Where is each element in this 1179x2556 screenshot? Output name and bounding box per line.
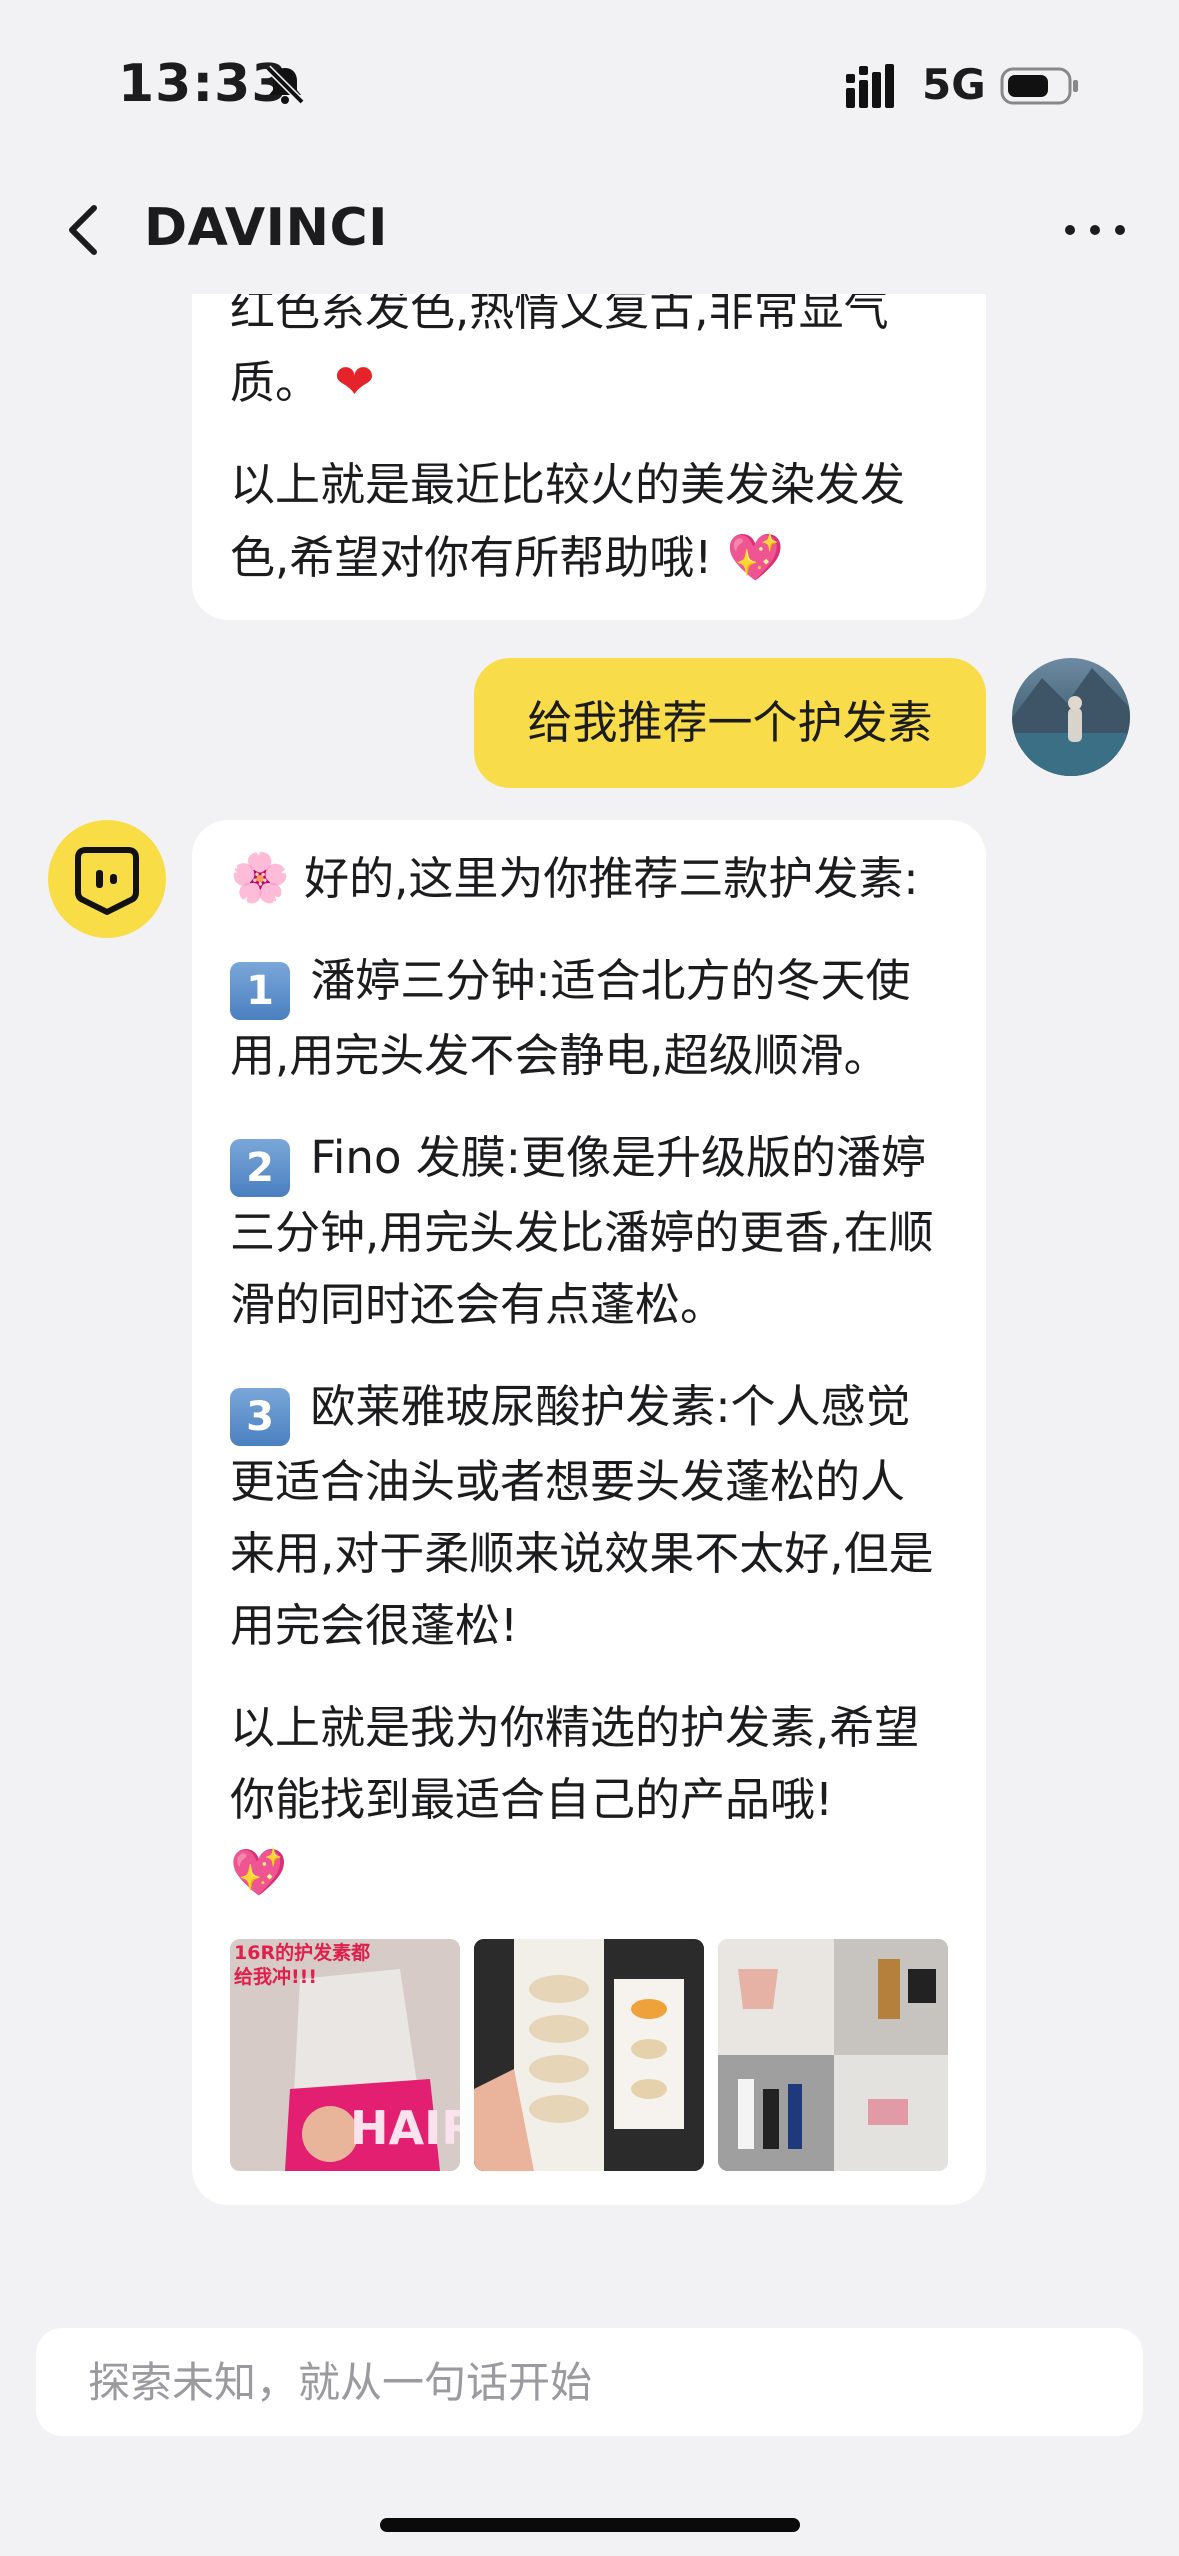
bot-avatar[interactable] xyxy=(48,820,166,938)
keycap-one-icon: 1 xyxy=(230,962,290,1020)
keycap-two-icon: 2 xyxy=(230,1139,290,1197)
product-photo-icon xyxy=(718,1939,948,2171)
signal-icon xyxy=(846,64,894,108)
thumbnail-caption: 16R的护发素都给我冲!!! xyxy=(234,1942,371,1988)
user-avatar[interactable] xyxy=(1012,658,1130,776)
keycap-three-icon: 3 xyxy=(230,1388,290,1446)
message-input[interactable] xyxy=(36,2328,1143,2436)
message-intro: 🌸 好的,这里为你推荐三款护发素: xyxy=(230,850,919,906)
page-title: DAVINCI xyxy=(144,198,388,258)
cherry-blossom-icon: 🌸 xyxy=(230,850,290,906)
message-paragraph: 以上就是最近比较火的美发染发发色,希望对你有所帮助哦! 💖 xyxy=(230,458,906,584)
sparkling-heart-icon: 💖 xyxy=(726,530,784,584)
user-message: 给我推荐一个护发素 xyxy=(474,658,986,788)
bell-muted-icon xyxy=(265,65,305,105)
image-thumbnail[interactable]: 16R的护发素都给我冲!!! HAIR xyxy=(230,1939,460,2171)
more-options-button[interactable] xyxy=(1060,210,1130,250)
recommendation-item: 3 欧莱雅玻尿酸护发素:个人感觉更适合油头或者想要头发蓬松的人来用,对于柔顺来说… xyxy=(230,1380,934,1652)
network-type: 5G xyxy=(922,60,986,109)
sparkling-heart-icon: 💖 xyxy=(230,1845,288,1899)
thumbnail-label: HAIR xyxy=(350,2101,460,2155)
product-photo-icon xyxy=(474,1939,704,2171)
bot-message: 🌸 好的,这里为你推荐三款护发素: 1 潘婷三分钟:适合北方的冬天使用,用完头发… xyxy=(192,820,986,2205)
status-bar: 13:33 5G xyxy=(0,0,1179,160)
chat-area[interactable]: 红色系发色,热情又复古,非常显气质。 ❤ 以上就是最近比较火的美发染发发色,希望… xyxy=(0,294,1179,2294)
battery-icon xyxy=(1000,67,1078,105)
recommendation-item: 1 潘婷三分钟:适合北方的冬天使用,用完头发不会静电,超级顺滑。 xyxy=(230,954,911,1082)
avatar-photo-icon xyxy=(1012,668,1130,776)
message-outro: 以上就是我为你精选的护发素,希望你能找到最适合自己的产品哦! 💖 xyxy=(230,1701,920,1899)
image-thumbnail[interactable] xyxy=(718,1939,948,2171)
back-button[interactable] xyxy=(58,200,108,260)
message-paragraph: 红色系发色,热情又复古,非常显气质。 ❤ xyxy=(230,294,889,410)
red-heart-icon: ❤ xyxy=(334,354,375,410)
image-gallery: 16R的护发素都给我冲!!! HAIR xyxy=(230,1939,948,2171)
nav-bar: DAVINCI xyxy=(0,180,1179,280)
image-thumbnail[interactable] xyxy=(474,1939,704,2171)
home-indicator xyxy=(380,2518,800,2532)
recommendation-item: 2 Fino 发膜:更像是升级版的潘婷三分钟,用完头发比潘婷的更香,在顺滑的同时… xyxy=(230,1131,934,1331)
bot-message-previous: 红色系发色,热情又复古,非常显气质。 ❤ 以上就是最近比较火的美发染发发色,希望… xyxy=(192,294,986,620)
bot-logo-icon xyxy=(75,847,139,915)
